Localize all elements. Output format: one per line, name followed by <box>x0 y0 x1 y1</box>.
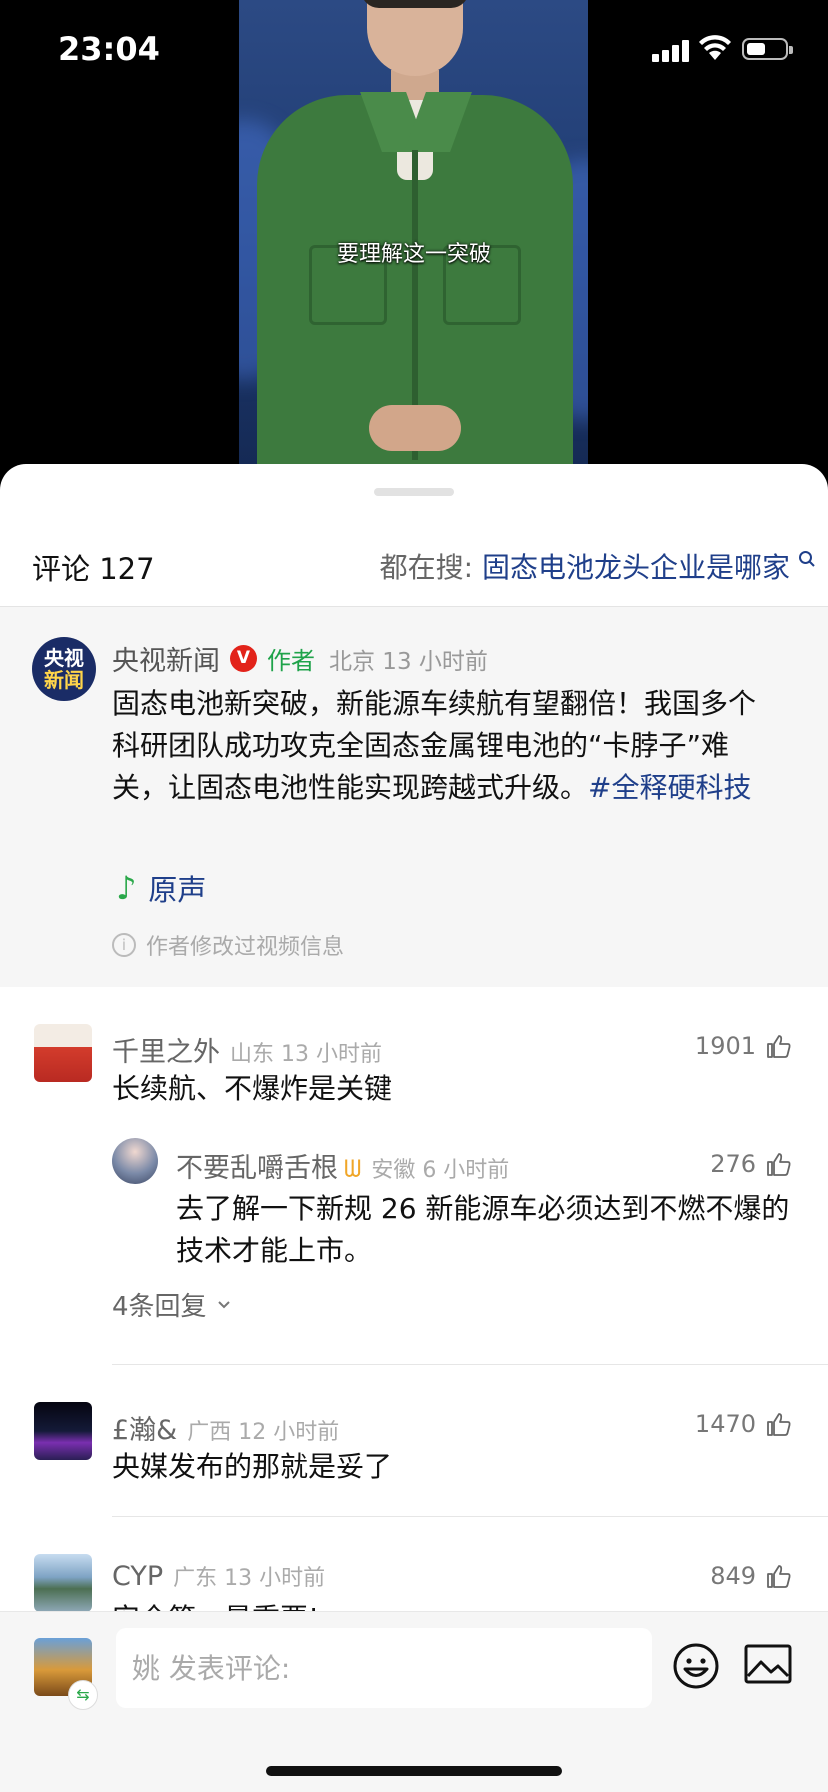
music-note-icon: ♪ <box>116 869 137 907</box>
status-time: 23:04 <box>58 30 160 68</box>
commenter-avatar[interactable] <box>34 1024 92 1082</box>
reply-avatar[interactable] <box>112 1138 158 1184</box>
comment-divider <box>112 1364 828 1365</box>
view-replies-button[interactable]: 4条回复 <box>112 1286 231 1323</box>
sheet-drag-handle[interactable] <box>374 488 454 496</box>
comment-count-title: 评论 127 <box>32 552 155 586</box>
image-icon[interactable] <box>744 1642 792 1686</box>
presenter-hands <box>369 405 461 451</box>
cellular-signal-icon <box>652 38 692 62</box>
comment-header: 评论 127 都在搜: 固态电池龙头企业是哪家 <box>0 526 828 596</box>
info-icon: i <box>112 933 136 957</box>
reply-name[interactable]: 不要乱嚼舌根 ᗯ 安徽 6 小时前 <box>176 1146 509 1185</box>
author-avatar[interactable]: 央视 新闻 <box>32 637 96 701</box>
original-sound-link[interactable]: ♪ 原声 <box>116 867 206 909</box>
comment-composer: ⇆ <box>0 1611 828 1792</box>
comment-sheet: 评论 127 都在搜: 固态电池龙头企业是哪家 央视 新闻 央视新闻 V 作者 … <box>0 464 828 1792</box>
thumbs-up-icon <box>767 1035 791 1058</box>
trending-search-prefix: 都在搜: <box>379 551 482 584</box>
like-button[interactable]: 1470 <box>695 1410 792 1438</box>
commenter-name[interactable]: CYP 广东 13 小时前 <box>112 1560 325 1592</box>
thumbs-up-icon <box>767 1153 791 1176</box>
description-location-time: 北京 13 小时前 <box>329 648 488 675</box>
comment-location-time: 广西 12 小时前 <box>187 1420 340 1445</box>
reply-like-button[interactable]: 276 <box>710 1150 792 1178</box>
like-count: 1470 <box>694 1410 756 1438</box>
status-bar: 23:04 <box>0 0 828 100</box>
comment-text: 央媒发布的那就是妥了 <box>112 1450 393 1483</box>
comment-divider <box>112 1516 828 1517</box>
reply-location-time: 安徽 6 小时前 <box>371 1158 510 1183</box>
commenter-name[interactable]: £瀚& 广西 12 小时前 <box>112 1408 339 1447</box>
thumbs-up-icon <box>767 1565 791 1588</box>
commenter-name[interactable]: 千里之外 山东 13 小时前 <box>112 1030 382 1069</box>
chevron-down-icon <box>217 1300 230 1308</box>
comment-location-time: 广东 13 小时前 <box>173 1566 326 1591</box>
wifi-icon <box>699 35 731 60</box>
author-name[interactable]: 央视新闻 <box>112 639 220 678</box>
commenter-avatar[interactable] <box>34 1402 92 1460</box>
modified-note-text: 作者修改过视频信息 <box>146 935 345 960</box>
hashtag-link[interactable]: #全释硬科技 <box>588 771 751 804</box>
video-player[interactable]: 要理解这一突破 23:04 <box>0 0 828 480</box>
like-count: 1901 <box>694 1032 756 1060</box>
video-subtitle: 要理解这一突破 <box>336 242 491 267</box>
modified-note: i 作者修改过视频信息 <box>112 929 344 961</box>
reply-text: 去了解一下新规 26 新能源车必须达到不燃不爆的技术才能上市。 <box>176 1192 790 1267</box>
like-button[interactable]: 849 <box>710 1562 792 1590</box>
music-label: 原声 <box>148 873 207 907</box>
replies-label: 4条回复 <box>112 1292 207 1322</box>
thumbs-up-icon <box>767 1413 791 1436</box>
like-count: 849 <box>710 1562 756 1590</box>
comment-location-time: 山东 13 小时前 <box>230 1042 382 1067</box>
smiley-icon[interactable] <box>672 1642 720 1690</box>
reply-like-count: 276 <box>710 1150 756 1178</box>
verified-badge-icon: V <box>230 645 257 672</box>
description-meta: 央视新闻 V 作者 北京 13 小时前 <box>112 639 488 678</box>
battery-icon <box>742 38 793 60</box>
trending-search-query: 固态电池龙头企业是哪家 <box>481 551 790 584</box>
author-tag: 作者 <box>267 647 315 675</box>
search-icon[interactable] <box>798 550 816 568</box>
video-description: 央视 新闻 央视新闻 V 作者 北京 13 小时前 固态电池新突破，新能源车续航… <box>0 607 828 987</box>
fan-badge-icon: ᗯ <box>344 1155 362 1183</box>
switch-account-icon[interactable]: ⇆ <box>68 1680 98 1710</box>
like-button[interactable]: 1901 <box>695 1032 792 1060</box>
commenter-avatar[interactable] <box>34 1554 92 1612</box>
home-indicator <box>266 1766 562 1776</box>
description-text: 固态电池新突破，新能源车续航有望翻倍！我国多个科研团队成功攻克全固态金属锂电池的… <box>112 687 757 804</box>
comment-input[interactable] <box>116 1628 652 1708</box>
comment-text: 长续航、不爆炸是关键 <box>112 1072 393 1105</box>
trending-search-link[interactable]: 都在搜: 固态电池龙头企业是哪家 <box>380 546 790 586</box>
